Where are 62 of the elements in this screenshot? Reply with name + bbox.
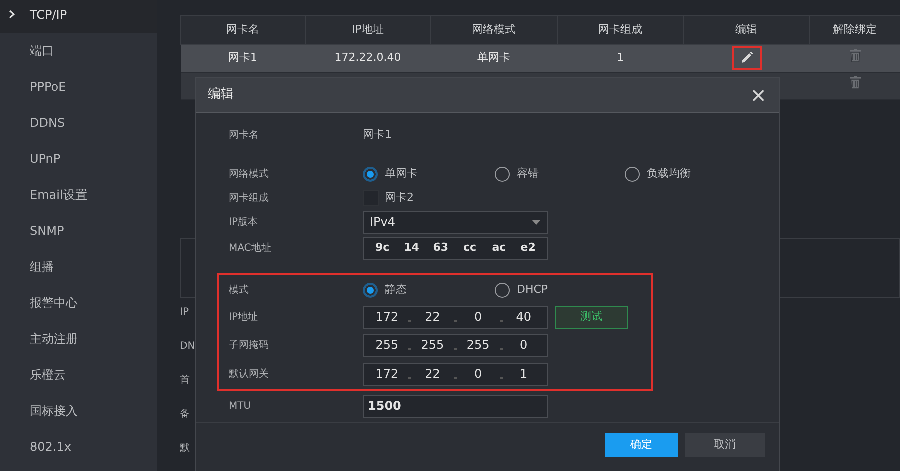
table-cell: 网卡1 xyxy=(228,51,258,64)
column-header: 网卡名 xyxy=(180,16,306,44)
sidebar-item[interactable]: 组播 xyxy=(0,249,157,285)
field-label: 备 xyxy=(180,408,191,422)
radio-option[interactable]: 容错 xyxy=(495,166,625,182)
field-label: 网络模式 xyxy=(229,168,270,182)
sidebar-item[interactable]: 802.1x xyxy=(0,429,157,465)
field-label: 首 xyxy=(180,374,191,388)
dropdown-arrow-icon xyxy=(532,220,541,224)
field-label: IP地址 xyxy=(229,310,259,324)
radio-option[interactable]: 单网卡 xyxy=(363,166,495,182)
subnet-mask-field[interactable]: 255 255 255 0 xyxy=(363,334,548,356)
radio-option[interactable]: 静态 xyxy=(363,282,495,298)
test-button[interactable]: 测试 xyxy=(555,306,628,328)
close-button[interactable]: × xyxy=(746,85,771,105)
column-header: 解除绑定 xyxy=(810,16,900,44)
table-cell: 172.22.0.40 xyxy=(334,51,402,64)
field-label: MAC地址 xyxy=(229,242,272,256)
column-header: 网卡组成 xyxy=(558,16,684,44)
mtu-field[interactable]: 1500 xyxy=(363,394,548,418)
ip-version-select[interactable]: IPv4 xyxy=(363,210,548,234)
field-label: IP版本 xyxy=(229,216,259,230)
field-label: 模式 xyxy=(229,284,250,298)
field-label: 子网掩码 xyxy=(229,338,270,352)
column-header: 网络模式 xyxy=(430,16,558,44)
field-label: 默 xyxy=(180,442,191,456)
field-value: 网卡1 xyxy=(363,126,392,143)
radio-option[interactable]: DHCP xyxy=(495,282,585,298)
edit-button[interactable] xyxy=(732,46,762,70)
field-label: MTU xyxy=(229,400,252,414)
dialog-title: 编辑 xyxy=(208,86,234,104)
sidebar-item[interactable]: DDNS xyxy=(0,105,157,141)
sidebar-item[interactable]: TCP/IP xyxy=(0,0,157,33)
sidebar-item[interactable]: SNMP xyxy=(0,213,157,249)
field-label: DN xyxy=(180,340,196,354)
trash-icon[interactable] xyxy=(850,49,860,62)
sidebar-item[interactable]: 主动注册 xyxy=(0,321,157,357)
sidebar-item[interactable]: 乐橙云 xyxy=(0,357,157,393)
sidebar-item[interactable]: UPnP xyxy=(0,141,157,177)
table-cell: 1 xyxy=(617,51,624,64)
table-cell: 单网卡 xyxy=(478,51,510,64)
field-label: 网卡名 xyxy=(229,128,260,142)
sidebar-item[interactable]: 报警中心 xyxy=(0,285,157,321)
ip-address-field[interactable]: 172 22 0 40 xyxy=(363,306,548,328)
sidebar-item[interactable]: PPPoE xyxy=(0,69,157,105)
trash-icon[interactable] xyxy=(850,76,860,90)
checkbox-option[interactable]: 网卡2 xyxy=(363,190,414,206)
field-label: 网卡组成 xyxy=(229,192,270,206)
mac-address-field[interactable]: 9c 14 63 cc ac e2 xyxy=(363,236,548,260)
cancel-button[interactable]: 取消 xyxy=(685,433,765,457)
sidebar-item[interactable]: 国标接入 xyxy=(0,393,157,429)
gateway-field[interactable]: 172 22 0 1 xyxy=(363,362,548,386)
table-row[interactable]: 网卡1 172.22.0.40 单网卡 1 xyxy=(180,44,900,72)
pencil-icon xyxy=(740,51,754,65)
radio-option[interactable]: 负载均衡 xyxy=(625,166,745,182)
sidebar-item[interactable]: 端口 xyxy=(0,33,157,69)
column-header: 编辑 xyxy=(684,16,810,44)
field-label: 默认网关 xyxy=(229,368,270,382)
field-label: IP xyxy=(180,306,190,320)
chevron-icon xyxy=(9,10,15,19)
column-header: IP地址 xyxy=(306,16,430,44)
sidebar-item[interactable]: Email设置 xyxy=(0,177,157,213)
